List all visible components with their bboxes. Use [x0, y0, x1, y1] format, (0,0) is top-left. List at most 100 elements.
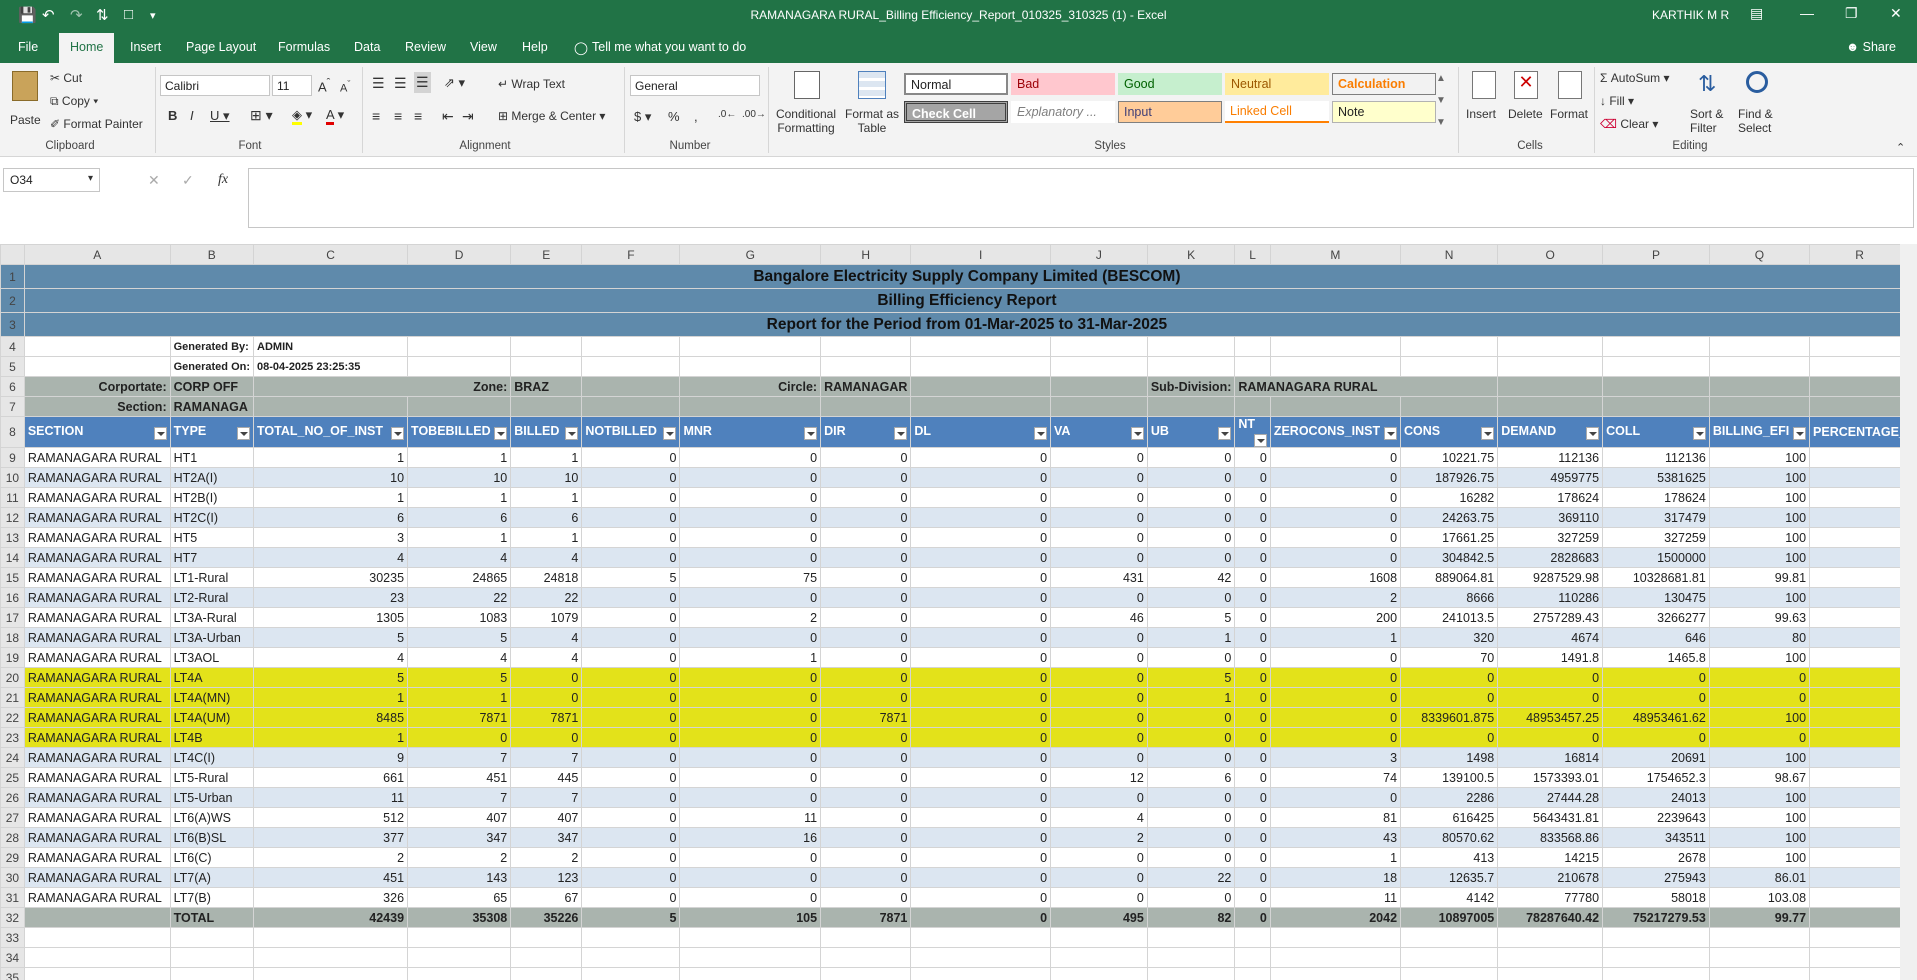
table-cell[interactable]: RAMANAGARA RURAL: [23, 447, 171, 468]
cell[interactable]: [169, 947, 255, 968]
cell[interactable]: [1050, 967, 1148, 980]
row-header[interactable]: 16: [0, 587, 25, 608]
cell[interactable]: [510, 356, 583, 377]
total-cell[interactable]: 99.77: [1708, 907, 1811, 928]
table-cell[interactable]: 0: [910, 567, 1052, 588]
cell[interactable]: [1234, 947, 1271, 968]
comma-icon[interactable]: ,: [694, 109, 698, 124]
table-cell[interactable]: [1809, 507, 1910, 528]
table-cell[interactable]: 0: [679, 727, 822, 748]
table-cell[interactable]: 2: [1269, 587, 1402, 608]
cell[interactable]: [169, 927, 255, 948]
filter-dropdown-icon[interactable]: [1692, 427, 1706, 440]
table-column-header[interactable]: ZEROCONS_INST: [1269, 416, 1402, 448]
table-cell[interactable]: LT4B: [169, 727, 255, 748]
collapse-ribbon-icon[interactable]: ⌃: [1896, 141, 1905, 154]
table-cell[interactable]: 407: [510, 807, 583, 828]
row-header[interactable]: 9: [0, 447, 25, 468]
cell[interactable]: [1146, 927, 1236, 948]
table-cell[interactable]: 6: [253, 507, 409, 528]
table-cell[interactable]: 0: [581, 827, 681, 848]
circle-value[interactable]: RAMANAGAR: [820, 376, 912, 397]
table-cell[interactable]: 100: [1708, 847, 1811, 868]
table-cell[interactable]: 0: [1269, 467, 1402, 488]
cell[interactable]: [1146, 336, 1236, 357]
share-button[interactable]: ☻ Share: [1846, 40, 1896, 54]
styles-scroll-up-icon[interactable]: ▲: [1436, 73, 1446, 84]
row-header[interactable]: 22: [0, 707, 25, 728]
cell[interactable]: [820, 927, 912, 948]
table-cell[interactable]: 22: [407, 587, 512, 608]
table-cell[interactable]: 0: [910, 887, 1052, 908]
cell[interactable]: [1809, 947, 1910, 968]
table-cell[interactable]: 24818: [510, 567, 583, 588]
table-cell[interactable]: 1754652.3: [1602, 767, 1710, 788]
cell[interactable]: [23, 356, 171, 377]
table-column-header[interactable]: DL: [910, 416, 1052, 448]
table-cell[interactable]: 0: [581, 447, 681, 468]
table-cell[interactable]: 431: [1050, 567, 1148, 588]
table-cell[interactable]: 0: [1234, 447, 1271, 468]
table-cell[interactable]: RAMANAGARA RURAL: [23, 547, 171, 568]
cell[interactable]: [1269, 336, 1402, 357]
table-cell[interactable]: 343511: [1602, 827, 1710, 848]
table-cell[interactable]: 0: [679, 887, 822, 908]
restore-icon[interactable]: ❐: [1845, 5, 1858, 22]
table-cell[interactable]: 0: [1050, 867, 1148, 888]
total-cell[interactable]: 495: [1050, 907, 1148, 928]
total-cell[interactable]: [1809, 907, 1910, 928]
format-painter-button[interactable]: ✐ Format Painter: [50, 117, 143, 131]
filter-dropdown-icon[interactable]: [804, 427, 818, 440]
table-cell[interactable]: 0: [1146, 547, 1236, 568]
filter-dropdown-icon[interactable]: [663, 427, 677, 440]
table-cell[interactable]: 377: [253, 827, 409, 848]
fill-button[interactable]: ↓ Fill ▾: [1600, 94, 1634, 108]
table-cell[interactable]: 413: [1400, 847, 1499, 868]
decrease-font-icon[interactable]: Aˇ: [340, 79, 350, 95]
column-header[interactable]: M: [1269, 244, 1402, 265]
table-cell[interactable]: 451: [253, 867, 409, 888]
table-cell[interactable]: 369110: [1497, 507, 1604, 528]
vertical-scrollbar[interactable]: [1900, 244, 1917, 980]
table-cell[interactable]: 0: [1234, 727, 1271, 748]
table-cell[interactable]: [1809, 707, 1910, 728]
table-cell[interactable]: 0: [1269, 787, 1402, 808]
table-cell[interactable]: 5: [253, 627, 409, 648]
table-cell[interactable]: 0: [1050, 687, 1148, 708]
decrease-decimal-icon[interactable]: .00→: [742, 109, 766, 120]
table-cell[interactable]: 0: [1234, 847, 1271, 868]
cell[interactable]: [1400, 927, 1499, 948]
font-size-dropdown[interactable]: 11: [272, 75, 312, 96]
table-cell[interactable]: 16814: [1497, 747, 1604, 768]
table-cell[interactable]: [1809, 627, 1910, 648]
table-cell[interactable]: 99.63: [1708, 607, 1811, 628]
tab-help[interactable]: Help: [522, 40, 548, 54]
bold-icon[interactable]: B: [168, 108, 177, 123]
tab-file[interactable]: File: [18, 40, 38, 54]
table-cell[interactable]: LT6(B)SL: [169, 827, 255, 848]
table-cell[interactable]: RAMANAGARA RURAL: [23, 647, 171, 668]
table-cell[interactable]: 0: [1234, 747, 1271, 768]
tab-insert[interactable]: Insert: [130, 40, 161, 54]
table-cell[interactable]: [1809, 447, 1910, 468]
number-format-dropdown[interactable]: General: [630, 75, 760, 96]
table-cell[interactable]: [1809, 667, 1910, 688]
table-cell[interactable]: 0: [679, 547, 822, 568]
name-box-dropdown-icon[interactable]: ▾: [88, 173, 93, 184]
merge-center-button[interactable]: ⊞ Merge & Center ▾: [498, 109, 605, 123]
table-cell[interactable]: 99.81: [1708, 567, 1811, 588]
table-cell[interactable]: 0: [820, 467, 912, 488]
table-cell[interactable]: 80: [1708, 627, 1811, 648]
cell[interactable]: [1708, 356, 1811, 377]
table-cell[interactable]: 24013: [1602, 787, 1710, 808]
table-cell[interactable]: 0: [820, 687, 912, 708]
table-cell[interactable]: 0: [820, 727, 912, 748]
cell[interactable]: [679, 947, 822, 968]
table-cell[interactable]: 2828683: [1497, 547, 1604, 568]
table-cell[interactable]: 27444.28: [1497, 787, 1604, 808]
table-column-header[interactable]: BILLING_EFI: [1708, 416, 1811, 448]
cell[interactable]: [1400, 967, 1499, 980]
table-cell[interactable]: 1: [407, 447, 512, 468]
table-cell[interactable]: 8666: [1400, 587, 1499, 608]
table-cell[interactable]: 24263.75: [1400, 507, 1499, 528]
